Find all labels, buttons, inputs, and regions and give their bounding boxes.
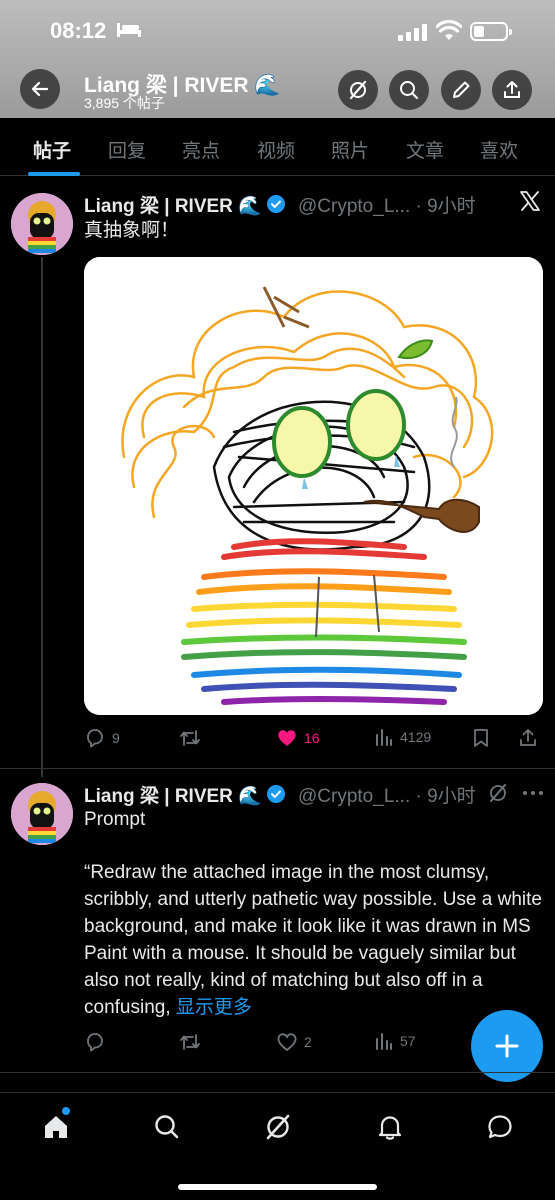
like-count: 2 bbox=[304, 1034, 312, 1050]
grok-icon bbox=[266, 1114, 290, 1140]
heart-icon bbox=[277, 1033, 297, 1052]
profile-header: 08:12 Liang 梁 | RIVER 🌊 3,895 个帖子 bbox=[0, 0, 555, 118]
notification-dot bbox=[62, 1107, 70, 1115]
grok-icon bbox=[349, 80, 367, 100]
post-count: 3,895 个帖子 bbox=[84, 95, 165, 111]
plus-icon bbox=[495, 1034, 519, 1058]
nav-notifications[interactable] bbox=[372, 1109, 408, 1145]
views-button[interactable]: 4129 bbox=[374, 727, 431, 747]
tab-replies[interactable]: 回复 bbox=[108, 136, 146, 163]
share-post-button[interactable] bbox=[517, 727, 539, 749]
post-actions: 9 16 4129 bbox=[84, 727, 544, 753]
tab-indicator bbox=[28, 172, 80, 176]
post-handle[interactable]: @Crypto_L... bbox=[298, 196, 410, 217]
like-button[interactable]: 2 bbox=[276, 1031, 312, 1053]
reply-icon bbox=[87, 1033, 103, 1052]
heart-filled-icon bbox=[278, 730, 296, 746]
bottom-nav bbox=[0, 1092, 555, 1200]
search-button[interactable] bbox=[389, 70, 429, 110]
cellular-signal-icon bbox=[398, 24, 427, 41]
post-text-body: “Redraw the attached image in the most c… bbox=[84, 859, 544, 1021]
post-text-title: Prompt bbox=[84, 809, 146, 830]
home-indicator bbox=[178, 1184, 377, 1190]
post-meta: @Crypto_L... · 9小时 bbox=[298, 191, 476, 218]
bar-chart-icon bbox=[376, 729, 392, 746]
tab-highlights[interactable]: 亮点 bbox=[182, 136, 220, 163]
like-button[interactable]: 16 bbox=[276, 727, 320, 749]
view-count: 57 bbox=[400, 1033, 416, 1049]
arrow-left-icon bbox=[31, 81, 49, 97]
nav-grok[interactable] bbox=[260, 1109, 296, 1145]
reply-button[interactable]: 9 bbox=[84, 727, 120, 749]
nav-search[interactable] bbox=[149, 1109, 185, 1145]
back-button[interactable] bbox=[20, 69, 60, 109]
post-time: · 9小时 bbox=[415, 196, 476, 217]
share-icon bbox=[504, 81, 520, 98]
show-more-link[interactable]: 显示更多 bbox=[176, 997, 252, 1018]
scribble-drawing bbox=[84, 257, 543, 715]
reply-count: 9 bbox=[112, 730, 120, 746]
verified-badge-icon bbox=[266, 195, 285, 213]
repost-button[interactable] bbox=[178, 727, 202, 749]
bell-icon bbox=[378, 1116, 402, 1140]
post-text: “Redraw the attached image in the most c… bbox=[84, 862, 542, 1018]
tab-articles[interactable]: 文章 bbox=[406, 136, 444, 163]
verified-badge-icon bbox=[266, 785, 285, 803]
post-author[interactable]: Liang 梁 | RIVER 🌊 bbox=[84, 781, 286, 808]
tab-posts[interactable]: 帖子 bbox=[33, 136, 71, 163]
home-icon bbox=[45, 1116, 67, 1138]
bar-chart-icon bbox=[376, 1033, 392, 1050]
sleep-focus-icon bbox=[117, 23, 141, 37]
nav-home[interactable] bbox=[38, 1109, 74, 1145]
tab-videos[interactable]: 视频 bbox=[257, 136, 295, 163]
repost-button[interactable] bbox=[178, 1031, 202, 1053]
view-count: 4129 bbox=[400, 729, 432, 745]
views-button[interactable]: 57 bbox=[374, 1031, 416, 1051]
nav-messages[interactable] bbox=[482, 1109, 518, 1145]
status-time: 08:12 bbox=[50, 18, 107, 43]
pencil-icon bbox=[453, 81, 470, 98]
grok-button[interactable] bbox=[338, 70, 378, 110]
avatar[interactable] bbox=[11, 193, 73, 255]
reply-icon bbox=[87, 729, 103, 748]
post-author-name: Liang 梁 | RIVER 🌊 bbox=[84, 786, 262, 807]
bookmark-icon bbox=[474, 729, 488, 747]
post-meta: @Crypto_L... · 9小时 bbox=[298, 781, 476, 808]
more-options-icon[interactable] bbox=[521, 786, 545, 800]
search-icon bbox=[400, 81, 419, 100]
post-author-name: Liang 梁 | RIVER 🌊 bbox=[84, 196, 262, 217]
grok-icon[interactable] bbox=[487, 782, 509, 804]
profile-tabs: 帖子 回复 亮点 视频 照片 文章 喜欢 bbox=[0, 118, 555, 176]
wifi-icon bbox=[436, 20, 462, 40]
chat-bubble-icon bbox=[488, 1115, 512, 1139]
avatar[interactable] bbox=[11, 783, 73, 845]
share-button[interactable] bbox=[492, 70, 532, 110]
like-count: 16 bbox=[304, 730, 320, 746]
status-bar: 08:12 bbox=[0, 0, 555, 60]
post-image[interactable] bbox=[84, 257, 543, 715]
search-icon bbox=[155, 1115, 179, 1139]
avatar-image bbox=[11, 193, 73, 255]
avatar-image bbox=[11, 783, 73, 845]
reply-button[interactable] bbox=[84, 1031, 106, 1053]
bookmark-button[interactable] bbox=[471, 727, 491, 749]
post-text: 真抽象啊！ bbox=[84, 220, 180, 241]
repost-icon bbox=[180, 730, 200, 746]
post-author[interactable]: Liang 梁 | RIVER 🌊 bbox=[84, 191, 286, 218]
compose-button[interactable] bbox=[441, 70, 481, 110]
post-time: · 9小时 bbox=[415, 786, 476, 807]
thread-line bbox=[41, 257, 43, 777]
tab-photos[interactable]: 照片 bbox=[331, 136, 369, 163]
battery-icon bbox=[470, 22, 512, 41]
tab-likes[interactable]: 喜欢 bbox=[480, 136, 518, 163]
repost-icon bbox=[180, 1034, 200, 1050]
post-divider bbox=[0, 768, 555, 769]
post-divider bbox=[0, 1072, 555, 1073]
share-icon bbox=[520, 729, 536, 746]
post-handle[interactable]: @Crypto_L... bbox=[298, 786, 410, 807]
x-logo-icon bbox=[520, 191, 540, 211]
